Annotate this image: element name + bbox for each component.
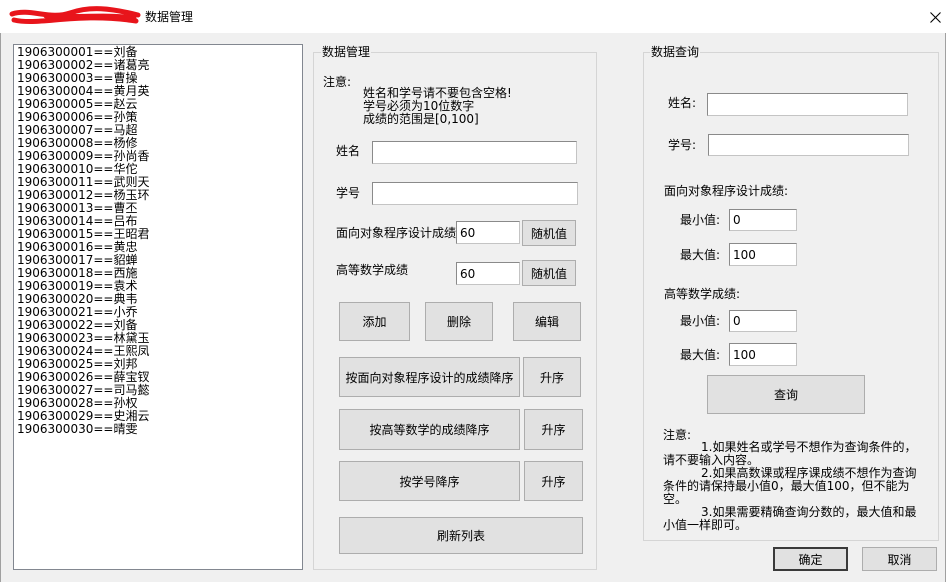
sort-math-asc-button[interactable]: 升序 bbox=[524, 409, 583, 450]
student-list[interactable]: 1906300001==刘备 1906300002==诸葛亮 1906300003=… bbox=[13, 44, 303, 570]
manage-group-title: 数据管理 bbox=[321, 45, 372, 59]
student-id-label: 学号 bbox=[336, 186, 361, 200]
data-management-dialog: 数据管理 1906300001==刘备 1906300002==诸葛亮 190630… bbox=[0, 0, 946, 582]
add-button[interactable]: 添加 bbox=[339, 302, 410, 341]
query-id-input[interactable] bbox=[708, 134, 909, 156]
query-math-min-input[interactable] bbox=[729, 310, 797, 332]
math-score-input[interactable] bbox=[456, 262, 520, 285]
query-oop-min-label: 最小值: bbox=[680, 213, 721, 227]
query-button[interactable]: 查询 bbox=[707, 375, 865, 414]
name-input[interactable] bbox=[372, 141, 577, 164]
query-name-input[interactable] bbox=[707, 93, 908, 116]
query-id-label: 学号: bbox=[668, 138, 697, 152]
screen: 数据管理 1906300001==刘备 1906300002==诸葛亮 190630… bbox=[0, 0, 952, 582]
math-random-button[interactable]: 随机值 bbox=[522, 260, 576, 286]
cancel-button[interactable]: 取消 bbox=[862, 547, 937, 571]
query-note-line: 条件的请保持最小值0，最大值100，但不能为 bbox=[663, 479, 910, 493]
query-oop-min-input[interactable] bbox=[729, 209, 797, 231]
oop-random-button[interactable]: 随机值 bbox=[522, 220, 576, 246]
refresh-list-button[interactable]: 刷新列表 bbox=[339, 517, 583, 554]
close-icon bbox=[929, 11, 941, 23]
query-math-max-input[interactable] bbox=[729, 343, 797, 366]
manage-note-line: 成绩的范围是[0,100] bbox=[363, 112, 479, 126]
query-math-section-label: 高等数学成绩: bbox=[664, 287, 741, 301]
student-id-input[interactable] bbox=[372, 182, 578, 205]
ok-button[interactable]: 确定 bbox=[773, 547, 848, 571]
query-math-min-label: 最小值: bbox=[680, 314, 721, 328]
math-score-label: 高等数学成绩 bbox=[336, 263, 409, 277]
list-item[interactable]: 1906300030==晴雯 bbox=[14, 423, 302, 436]
query-note-line: 空。 bbox=[663, 492, 688, 506]
name-label: 姓名 bbox=[336, 144, 361, 158]
delete-button[interactable]: 删除 bbox=[425, 302, 493, 341]
query-note-label: 注意: bbox=[663, 428, 692, 442]
redaction-mark bbox=[9, 6, 141, 25]
query-oop-section-label: 面向对象程序设计成绩: bbox=[664, 184, 789, 198]
edit-button[interactable]: 编辑 bbox=[513, 302, 581, 341]
query-group: 数据查询 姓名: 学号: 面向对象程序设计成绩: 最小值: 最大值: 高等数学成… bbox=[643, 45, 939, 541]
query-group-title: 数据查询 bbox=[650, 45, 701, 59]
sort-oop-desc-button[interactable]: 按面向对象程序设计的成绩降序 bbox=[339, 357, 520, 397]
window-title: 数据管理 bbox=[145, 10, 194, 24]
query-note-line: 小值一样即可。 bbox=[663, 518, 748, 532]
sort-id-desc-button[interactable]: 按学号降序 bbox=[339, 461, 520, 501]
sort-id-asc-button[interactable]: 升序 bbox=[524, 461, 583, 501]
query-oop-max-label: 最大值: bbox=[680, 248, 721, 262]
query-math-max-label: 最大值: bbox=[680, 348, 721, 362]
close-button[interactable] bbox=[924, 5, 946, 29]
manage-note-label: 注意: bbox=[323, 75, 352, 89]
query-name-label: 姓名: bbox=[668, 96, 697, 110]
manage-group: 数据管理 注意: 姓名和学号请不要包含空格! 学号必须为10位数字 成绩的范围是… bbox=[313, 45, 597, 570]
oop-score-label: 面向对象程序设计成绩 bbox=[336, 226, 457, 240]
sort-math-desc-button[interactable]: 按高等数学的成绩降序 bbox=[339, 409, 520, 450]
query-oop-max-input[interactable] bbox=[729, 243, 797, 266]
oop-score-input[interactable] bbox=[456, 221, 520, 244]
title-bar[interactable]: 数据管理 bbox=[0, 0, 946, 33]
sort-oop-asc-button[interactable]: 升序 bbox=[523, 357, 581, 397]
